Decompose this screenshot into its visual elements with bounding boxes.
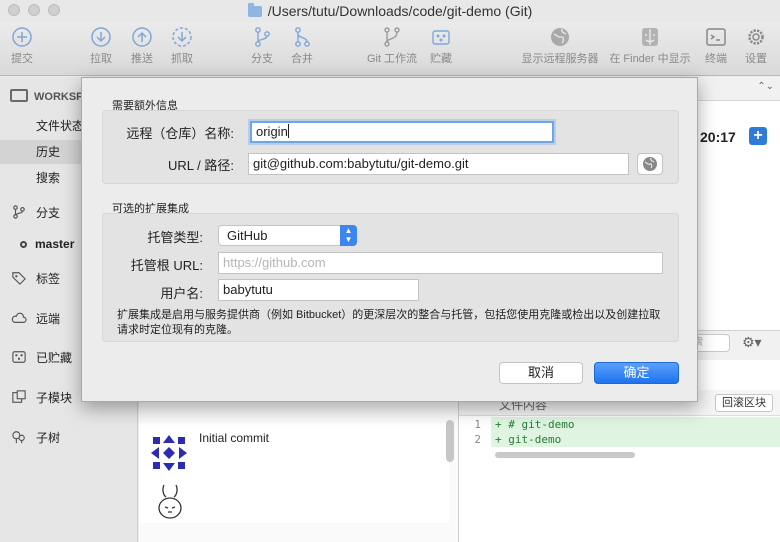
submodules-label: 子模块 (36, 391, 73, 405)
remotes-label: 远端 (36, 312, 61, 326)
integration-description: 扩展集成是启用与服务提供商（例如 Bitbucket）的更深层次的整合与托管，包… (117, 309, 661, 336)
diff-line: 1 + # git-demo (459, 417, 780, 432)
remote-name-label: 远程（仓库）名称: (126, 126, 234, 141)
diff-line: 2 + git-demo (459, 432, 780, 447)
merge-label: 合并 (291, 53, 313, 65)
url-field[interactable]: git@github.com:babytutu/git-demo.git (248, 153, 629, 175)
remote-name-field[interactable]: origin (250, 121, 554, 143)
host-type-value: GitHub (227, 228, 268, 243)
list-scrollbar[interactable] (446, 420, 454, 462)
settings-button[interactable]: 设置 (726, 26, 780, 66)
master-label: master (35, 237, 75, 251)
sidebar-section-subtrees[interactable]: 子树 (0, 426, 138, 450)
show-remote-button[interactable]: 显示远程服务器 (521, 26, 599, 66)
current-branch-icon (20, 241, 27, 248)
globe-icon (551, 28, 569, 46)
show-in-finder-label: 在 Finder 中显示 (609, 53, 691, 65)
settings-label: 设置 (745, 53, 767, 65)
merge-button[interactable]: 合并 (272, 26, 332, 66)
monitor-icon (10, 89, 28, 102)
toolbar: 提交 拉取 推送 抓取 分支 合并 Git 工作流 贮藏 显示远程服务器 在 F… (0, 22, 780, 76)
required-group: 远程（仓库）名称: origin URL / 路径: git@github.co… (102, 110, 679, 184)
show-in-finder-button[interactable]: 在 Finder 中显示 (606, 26, 694, 66)
title-bar: /Users/tutu/Downloads/code/git-demo (Git… (0, 0, 780, 22)
branches-label: 分支 (36, 206, 61, 220)
commit-button[interactable]: 提交 (0, 26, 52, 66)
rollback-hunk-button[interactable]: 回滚区块 (715, 394, 773, 412)
avatar (149, 433, 189, 473)
commit-time: 20:17 (700, 129, 736, 145)
tag-icon (12, 272, 26, 285)
stashes-label: 已贮藏 (36, 351, 73, 365)
fetch-button[interactable]: 抓取 (152, 26, 212, 66)
show-remote-label: 显示远程服务器 (521, 53, 599, 65)
pull-icon (91, 27, 111, 47)
subtrees-label: 子树 (36, 431, 61, 445)
terminal-icon (706, 28, 726, 46)
add-button[interactable]: + (749, 127, 767, 145)
line-number: 2 (474, 433, 481, 446)
diff-horizontal-scrollbar[interactable] (495, 452, 635, 458)
cancel-button[interactable]: 取消 (499, 362, 583, 384)
fetch-label: 抓取 (171, 53, 193, 65)
stash-button[interactable]: 贮藏 (411, 26, 471, 66)
remote-name-value: origin (256, 124, 288, 139)
url-label: URL / 路径: (168, 158, 234, 173)
stash-label: 贮藏 (430, 53, 452, 65)
branch-icon (255, 27, 270, 47)
merge-icon (295, 27, 310, 47)
submodule-icon (12, 390, 26, 403)
tags-label: 标签 (36, 272, 61, 286)
file-list-pane: Initial commit (139, 405, 458, 542)
cloud-icon (11, 312, 27, 323)
host-type-select[interactable]: GitHub ▲ ▼ (218, 225, 357, 246)
line-code: + # git-demo (491, 417, 780, 432)
finder-icon (642, 28, 658, 46)
browse-remote-button[interactable] (637, 153, 663, 175)
ok-button[interactable]: 确定 (594, 362, 679, 384)
text-caret (287, 124, 289, 138)
stash-icon (12, 351, 26, 363)
bunny-avatar (158, 484, 182, 519)
commit-icon (12, 27, 32, 47)
stash-icon (432, 30, 450, 45)
diff-pane: 文件内容 回滚区块 1 + # git-demo 2 + git-demo (458, 390, 780, 542)
commit-row[interactable]: Initial commit (139, 423, 449, 523)
globe-icon (643, 157, 657, 171)
gear-icon (748, 29, 764, 45)
push-icon (132, 27, 152, 47)
username-label: 用户名: (160, 286, 203, 301)
line-number: 1 (474, 418, 481, 431)
add-remote-dialog: 需要额外信息 远程（仓库）名称: origin URL / 路径: git@gi… (81, 77, 698, 402)
window-title: /Users/tutu/Downloads/code/git-demo (Git… (0, 3, 780, 19)
branch-icon (13, 205, 25, 219)
username-field[interactable]: babytutu (218, 279, 419, 301)
chevron-updown-icon: ▲ ▼ (340, 225, 357, 246)
commit-label: 提交 (11, 53, 33, 65)
window-title-text: /Users/tutu/Downloads/code/git-demo (Git… (267, 3, 533, 19)
sort-chevron-icon[interactable]: ⌃⌄ (757, 81, 774, 92)
host-root-label: 托管根 URL: (130, 258, 203, 273)
folder-icon (247, 3, 262, 17)
fetch-icon (172, 27, 192, 47)
host-type-label: 托管类型: (147, 230, 203, 245)
commit-message: Initial commit (199, 431, 270, 445)
optional-group: 托管类型: GitHub ▲ ▼ 托管根 URL: https://github.… (102, 213, 679, 342)
subtree-icon (12, 431, 25, 444)
git-flow-icon (384, 27, 400, 47)
host-root-url-field[interactable]: https://github.com (218, 252, 663, 274)
gear-icon[interactable]: ⚙▾ (742, 334, 762, 351)
line-code: + git-demo (491, 432, 780, 447)
